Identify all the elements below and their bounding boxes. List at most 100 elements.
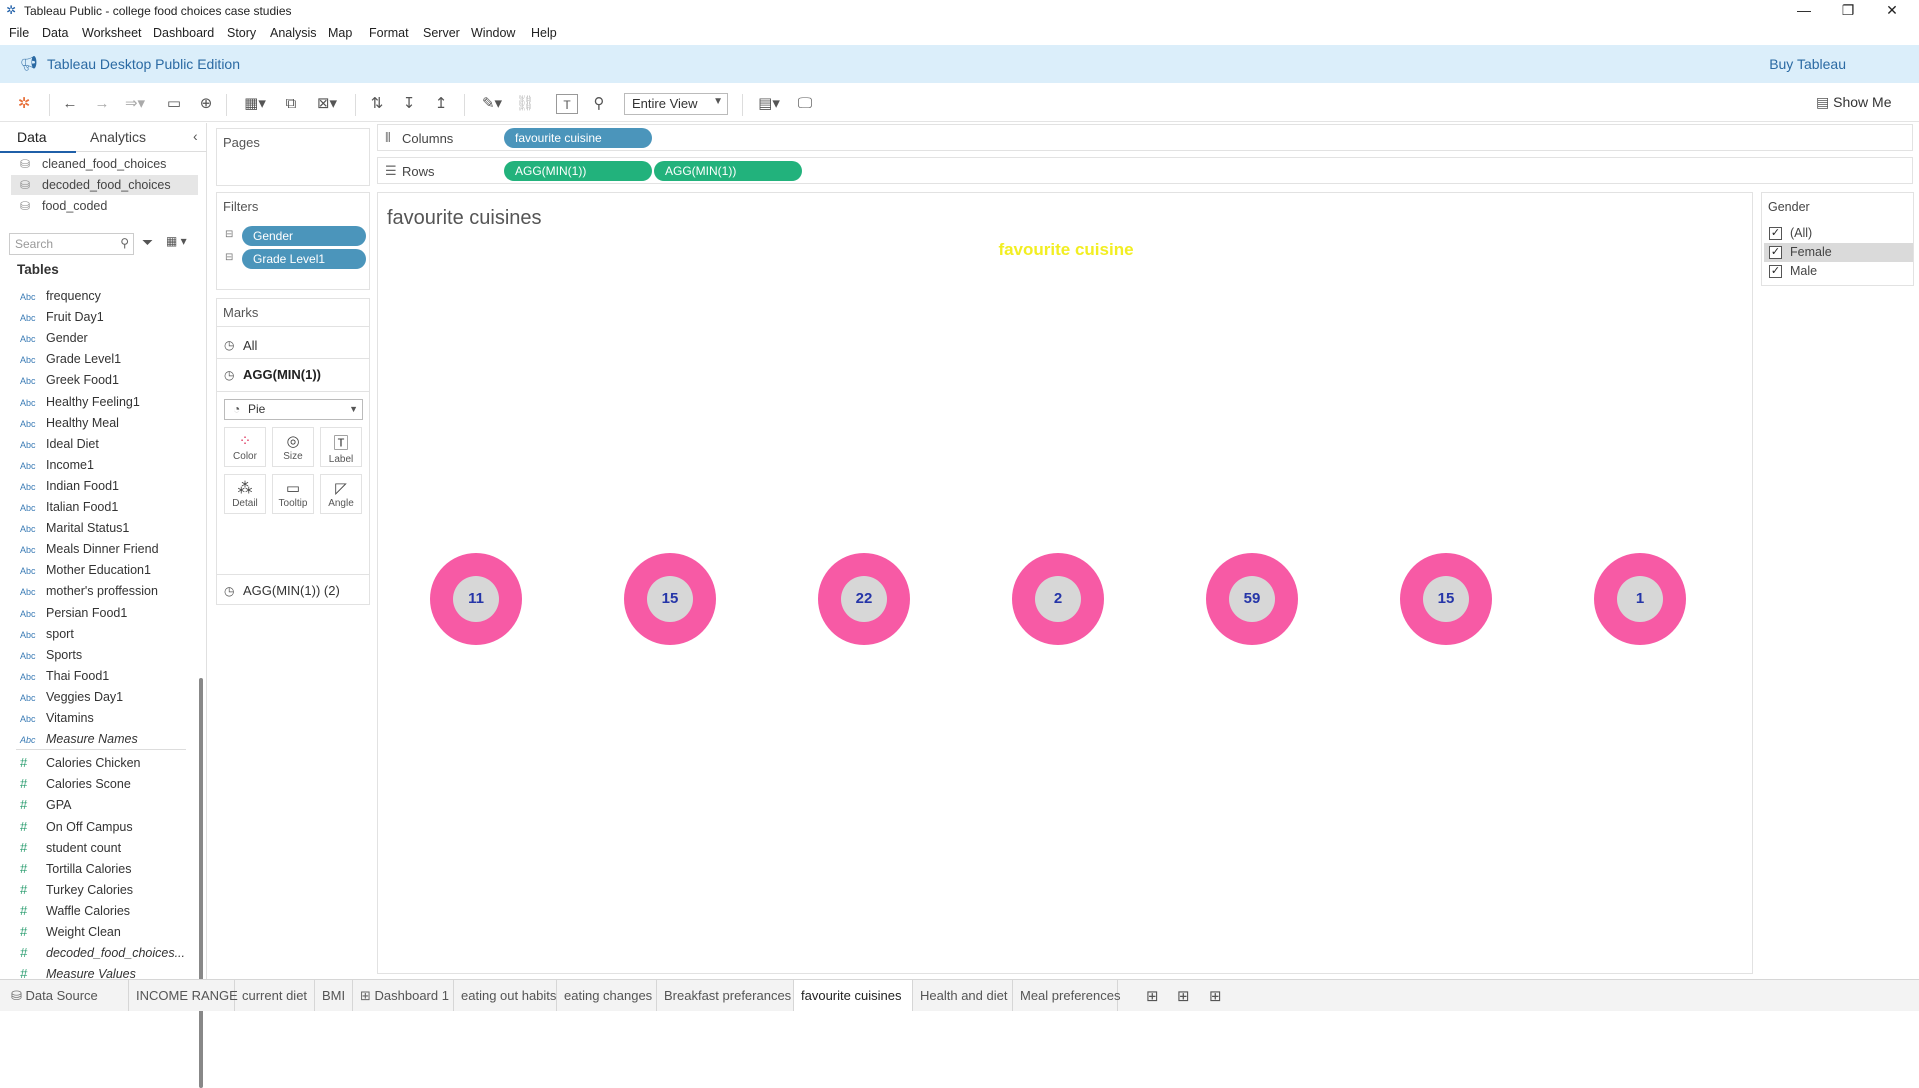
field-dimension[interactable]: Abc Thai Food1: [20, 666, 190, 687]
rows-shelf[interactable]: ☰ Rows AGG(MIN(1)) AGG(MIN(1)): [377, 157, 1913, 184]
fit-dropdown[interactable]: Entire View ▼: [624, 93, 728, 115]
menu-data[interactable]: Data: [42, 26, 68, 40]
marks-active-measure[interactable]: AGG(MIN(1)): [243, 367, 321, 382]
sheet-tab[interactable]: Breakfast preferances: [657, 980, 794, 1011]
field-dimension[interactable]: Abc Healthy Feeling1: [20, 392, 190, 413]
sheet-tab[interactable]: INCOME RANGE: [129, 980, 238, 1011]
menu-help[interactable]: Help: [531, 26, 557, 40]
new-story-tab-icon[interactable]: ⊞: [1209, 987, 1222, 1005]
field-measure-extra[interactable]: # decoded_food_choices...: [20, 942, 190, 963]
sheet-tab[interactable]: favourite cuisines: [794, 980, 913, 1011]
show-me-button[interactable]: ▤ Show Me: [1816, 94, 1891, 111]
field-dimension[interactable]: Abc Persian Food1: [20, 603, 190, 624]
checkbox-icon[interactable]: ✓: [1769, 265, 1782, 278]
group-members-icon[interactable]: ⛓: [514, 94, 536, 114]
field-measure[interactable]: # On Off Campus: [20, 816, 190, 837]
sheet-tab[interactable]: Health and diet: [913, 980, 1013, 1011]
view-options-icon[interactable]: ▦ ▾: [166, 234, 187, 248]
field-measure[interactable]: # Turkey Calories: [20, 879, 190, 900]
field-measure[interactable]: # Tortilla Calories: [20, 858, 190, 879]
field-dimension[interactable]: Abc Marital Status1: [20, 518, 190, 539]
save-icon[interactable]: ▭: [164, 94, 184, 114]
field-dimension[interactable]: Abc Sports: [20, 645, 190, 666]
menu-format[interactable]: Format: [369, 26, 409, 40]
restore-icon[interactable]: ❐: [1826, 0, 1870, 22]
pie-mark[interactable]: 11: [430, 553, 522, 645]
sheet-tab[interactable]: ⛁ Data Source: [4, 980, 129, 1011]
filters-card[interactable]: Filters ⊟ Gender ⊟ Grade Level1: [216, 192, 370, 290]
redo-icon[interactable]: →: [92, 94, 112, 114]
worksheet-view[interactable]: favourite cuisines favourite cuisine 11 1…: [377, 192, 1753, 974]
buy-tableau-link[interactable]: Buy Tableau: [1769, 56, 1846, 72]
menu-map[interactable]: Map: [328, 26, 352, 40]
pie-mark[interactable]: 59: [1206, 553, 1298, 645]
field-dimension[interactable]: Abc Meals Dinner Friend: [20, 539, 190, 560]
field-dimension[interactable]: Abc Income1: [20, 455, 190, 476]
tooltip-button[interactable]: ▭ Tooltip: [272, 474, 314, 514]
datasource-cleaned-food-choices[interactable]: ⛁ cleaned_food_choices: [20, 154, 200, 174]
checkbox-icon[interactable]: ✓: [1769, 227, 1782, 240]
gender-option-all[interactable]: ✓ (All): [1764, 224, 1913, 243]
menu-window[interactable]: Window: [471, 26, 515, 40]
filter-pill-grade-level[interactable]: Grade Level1: [242, 249, 366, 269]
rows-pill-agg-min-1[interactable]: AGG(MIN(1)): [504, 161, 652, 181]
sheet-tab[interactable]: eating out habits: [454, 980, 557, 1011]
filter-pill-gender[interactable]: Gender: [242, 226, 366, 246]
angle-button[interactable]: ◸ Angle: [320, 474, 362, 514]
field-measure[interactable]: # GPA: [20, 794, 190, 815]
field-measure[interactable]: # Weight Clean: [20, 921, 190, 942]
field-measure[interactable]: # student count: [20, 837, 190, 858]
menu-worksheet[interactable]: Worksheet: [82, 26, 142, 40]
new-data-source-icon[interactable]: ⊕: [196, 94, 216, 114]
sort-ascending-icon[interactable]: ↧: [398, 94, 420, 114]
menu-server[interactable]: Server: [423, 26, 460, 40]
menu-story[interactable]: Story: [227, 26, 256, 40]
rows-pill-agg-min-1-second[interactable]: AGG(MIN(1)): [654, 161, 802, 181]
field-list-scrollbar[interactable]: [199, 678, 203, 1088]
field-measure[interactable]: # Waffle Calories: [20, 900, 190, 921]
size-button[interactable]: ◎ Size: [272, 427, 314, 467]
field-dimension[interactable]: Abc frequency: [20, 286, 190, 307]
label-button[interactable]: 🅃︎ Label: [320, 427, 362, 467]
pie-mark[interactable]: 1: [1594, 553, 1686, 645]
sheet-tab[interactable]: Meal preferences: [1013, 980, 1120, 1011]
pie-mark[interactable]: 2: [1012, 553, 1104, 645]
field-dimension[interactable]: Abc Greek Food1: [20, 370, 190, 391]
columns-shelf[interactable]: ⦀ Columns favourite cuisine: [377, 124, 1913, 151]
gender-option-male[interactable]: ✓ Male: [1764, 262, 1913, 281]
pie-mark[interactable]: 15: [624, 553, 716, 645]
filter-fields-icon[interactable]: ⏷: [142, 234, 153, 251]
pages-card[interactable]: Pages: [216, 128, 370, 186]
field-dimension[interactable]: Abc mother's proffession: [20, 581, 190, 602]
undo-icon[interactable]: ←: [60, 94, 80, 114]
swap-rows-columns-icon[interactable]: ⇅: [366, 94, 388, 114]
sheet-tab[interactable]: eating changes: [557, 980, 657, 1011]
new-dashboard-tab-icon[interactable]: ⊞: [1177, 987, 1190, 1005]
show-cards-icon[interactable]: ▤▾: [752, 94, 786, 114]
field-dimension[interactable]: Abc Veggies Day1: [20, 687, 190, 708]
menu-analysis[interactable]: Analysis: [270, 26, 317, 40]
new-worksheet-icon[interactable]: ▦▾: [238, 94, 272, 114]
field-dimension[interactable]: Abc Mother Education1: [20, 560, 190, 581]
field-dimension[interactable]: Abc Fruit Day1: [20, 307, 190, 328]
marks-all[interactable]: All: [243, 338, 257, 353]
field-dimension[interactable]: Abc Gender: [20, 328, 190, 349]
color-button[interactable]: ⁘ Color: [224, 427, 266, 467]
detail-button[interactable]: ⁂ Detail: [224, 474, 266, 514]
menu-dashboard[interactable]: Dashboard: [153, 26, 214, 40]
highlight-icon[interactable]: ✎▾: [477, 94, 507, 114]
field-measure-names[interactable]: Abc Measure Names: [20, 729, 190, 750]
field-dimension[interactable]: Abc Healthy Meal: [20, 413, 190, 434]
tab-data[interactable]: Data: [17, 129, 47, 145]
minimize-icon[interactable]: —: [1782, 0, 1826, 22]
pie-mark[interactable]: 15: [1400, 553, 1492, 645]
field-dimension[interactable]: Abc Vitamins: [20, 708, 190, 729]
presentation-mode-icon[interactable]: 🖵︎: [794, 94, 816, 114]
field-dimension[interactable]: Abc Indian Food1: [20, 476, 190, 497]
sheet-tab[interactable]: current diet: [235, 980, 315, 1011]
show-labels-icon[interactable]: T: [556, 94, 578, 114]
tab-analytics[interactable]: Analytics: [90, 129, 146, 145]
sheet-tab[interactable]: ⊞ Dashboard 1: [353, 980, 454, 1011]
field-dimension[interactable]: Abc sport: [20, 624, 190, 645]
sheet-tab[interactable]: BMI: [315, 980, 353, 1011]
